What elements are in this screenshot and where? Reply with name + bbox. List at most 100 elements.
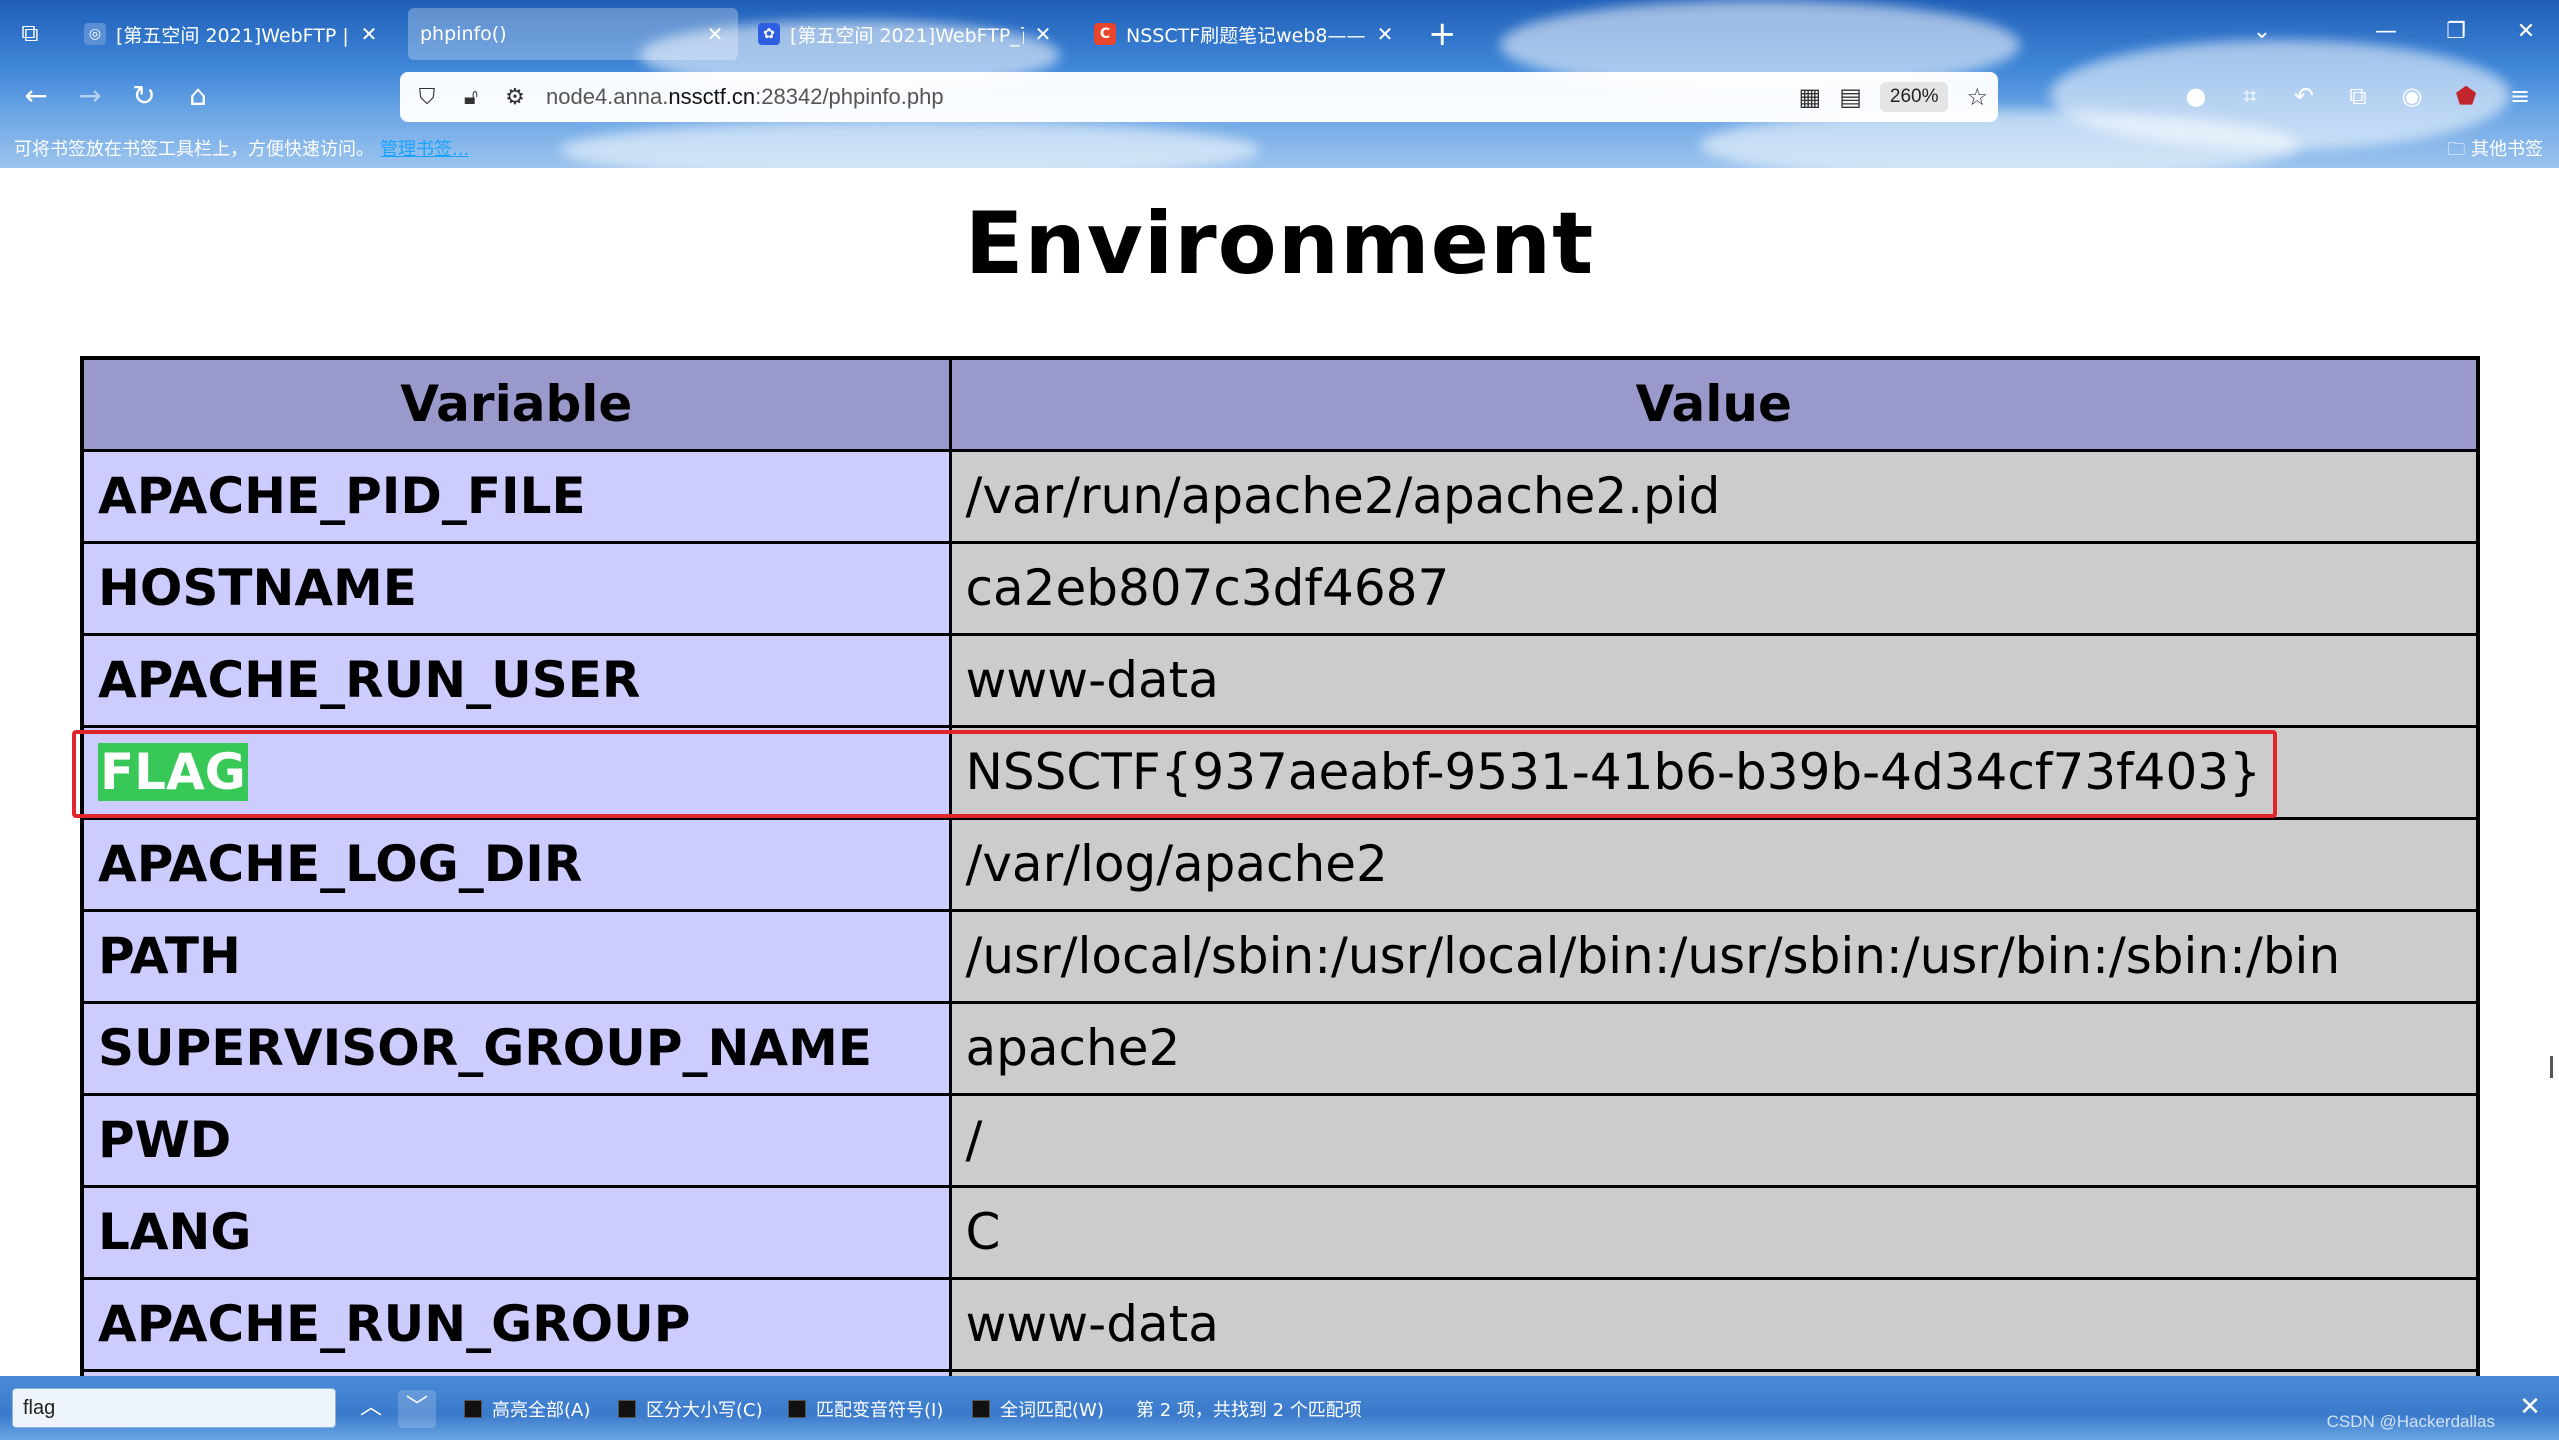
column-header-variable: Variable	[80, 356, 952, 452]
tab-phpinfo[interactable]: phpinfo() ✕	[408, 8, 738, 60]
home-icon[interactable]: ⌂	[178, 76, 218, 116]
toolbar-extensions: ● ⌗ ↶ ⧉ ◉ ⬟ ≡	[2180, 76, 2536, 116]
window-close-icon[interactable]: ✕	[2506, 14, 2546, 50]
variable-cell: SUPERVISOR_GROUP_NAME	[80, 1000, 952, 1096]
checkbox-box[interactable]	[972, 1400, 990, 1418]
minimize-icon[interactable]: —	[2366, 14, 2406, 50]
account-avatar-icon[interactable]: ●	[2180, 76, 2212, 116]
value-cell: ca2eb807c3df4687	[948, 540, 2480, 636]
checkbox-label: 高亮全部(A)	[492, 1400, 591, 1421]
checkbox-box[interactable]	[464, 1400, 482, 1418]
spiral-favicon-icon: ◎	[84, 23, 106, 45]
find-input[interactable]	[12, 1388, 336, 1428]
ublock-shield-icon[interactable]: ⬟	[2450, 76, 2482, 116]
column-header-value: Value	[948, 356, 2480, 452]
url-host-prefix: node4.anna.	[546, 84, 669, 109]
find-close-icon[interactable]: ✕	[2515, 1392, 2545, 1422]
screenshot-crop-icon[interactable]: ⌗	[2234, 76, 2266, 116]
tab-csdn-notes[interactable]: C NSSCTF刷题笔记web8——[第 ✕	[1082, 8, 1408, 60]
url-text[interactable]: node4.anna.nssctf.cn:28342/phpinfo.php	[546, 84, 944, 110]
navigation-bar: ← → ↻ ⌂ ⛉ 🔓︎ ⚙ node4.anna.nssctf.cn:2834…	[0, 66, 2559, 126]
value-cell: /var/run/apache2/apache2.pid	[948, 448, 2480, 544]
tab-title: [第五空间 2021]WebFTP | NSS	[116, 24, 350, 47]
restore-icon[interactable]: ❐	[2436, 14, 2476, 50]
bookmark-star-icon[interactable]: ☆	[1966, 83, 1988, 111]
table-row: APACHE_PID_FILE /var/run/apache2/apache2…	[80, 448, 2480, 544]
checkbox-label: 区分大小写(C)	[646, 1400, 763, 1421]
close-icon[interactable]: ✕	[358, 22, 380, 46]
address-bar[interactable]: ⛉ 🔓︎ ⚙ node4.anna.nssctf.cn:28342/phpinf…	[400, 72, 1998, 122]
find-next-chevron-down-icon[interactable]: ﹀	[398, 1390, 436, 1428]
variable-cell: HOSTNAME	[80, 540, 952, 636]
manage-bookmarks-link[interactable]: 管理书签...	[380, 139, 469, 160]
tab-list-icon[interactable]: ⧉	[14, 18, 46, 48]
back-arrow-icon[interactable]: ←	[16, 76, 56, 116]
browser-chrome: ⧉ ◎ [第五空间 2021]WebFTP | NSS ✕ phpinfo() …	[0, 0, 2559, 168]
close-icon[interactable]: ✕	[704, 22, 726, 46]
highlight-all-checkbox[interactable]: 高亮全部(A)	[464, 1396, 590, 1422]
table-row-flag: FLAG NSSCTF{937aeabf-9531-41b6-b39b-4d34…	[80, 724, 2480, 820]
shield-icon[interactable]: ⛉	[410, 85, 444, 110]
menu-hamburger-icon[interactable]: ≡	[2504, 76, 2536, 116]
forward-arrow-icon[interactable]: →	[70, 76, 110, 116]
value-cell: www-data	[948, 1276, 2480, 1372]
tab-title: NSSCTF刷题笔记web8——[第	[1126, 24, 1366, 47]
checkbox-label: 匹配变音符号(I)	[816, 1400, 944, 1421]
table-header-row: Variable Value	[80, 356, 2480, 452]
table-row: SUPERVISOR_GROUP_NAME apache2	[80, 1000, 2480, 1096]
close-icon[interactable]: ✕	[1374, 22, 1396, 46]
find-previous-chevron-up-icon[interactable]: ︿	[352, 1390, 390, 1428]
checkbox-label: 全词匹配(W)	[1000, 1400, 1104, 1421]
circle-extension-icon[interactable]: ◉	[2396, 76, 2428, 116]
close-icon[interactable]: ✕	[1032, 22, 1054, 46]
variable-cell: APACHE_RUN_USER	[80, 632, 952, 728]
bookmarks-toolbar: 可将书签放在书签工具栏上，方便快速访问。 管理书签... 🗀︎ 其他书签	[0, 126, 2559, 168]
checkbox-box[interactable]	[788, 1400, 806, 1418]
table-row: APACHE_LOG_DIR /var/log/apache2	[80, 816, 2480, 912]
site-permissions-icon[interactable]: ⚙	[498, 85, 532, 110]
reader-view-icon[interactable]: ▤	[1839, 83, 1862, 111]
value-cell: apache2	[948, 1000, 2480, 1096]
match-case-checkbox[interactable]: 区分大小写(C)	[618, 1396, 763, 1422]
value-cell: /	[948, 1092, 2480, 1188]
reload-icon[interactable]: ↻	[124, 76, 164, 116]
value-cell: www-data	[948, 632, 2480, 728]
new-tab-plus-icon[interactable]: +	[1428, 14, 1457, 54]
variable-cell: FLAG	[80, 724, 952, 820]
url-host-domain: nssctf.cn	[668, 84, 756, 109]
tab-webftp-nss[interactable]: ◎ [第五空间 2021]WebFTP | NSS ✕	[72, 8, 392, 60]
table-row: APACHE_RUN_USER www-data	[80, 632, 2480, 728]
undo-icon[interactable]: ↶	[2288, 76, 2320, 116]
tab-baidu-search[interactable]: ✿ [第五空间 2021]WebFTP_百度 ✕	[746, 8, 1066, 60]
baidu-paw-icon: ✿	[758, 23, 780, 45]
tab-title: [第五空间 2021]WebFTP_百度	[790, 24, 1024, 47]
table-row: APACHE_RUN_GROUP www-data	[80, 1276, 2480, 1372]
zoom-level-badge[interactable]: 260%	[1879, 82, 1949, 112]
scrollbar-indicator[interactable]	[2550, 1056, 2553, 1078]
page-title: Environment	[964, 194, 1595, 294]
csdn-c-icon: C	[1094, 23, 1116, 45]
flag-value-cell: NSSCTF{937aeabf-9531-41b6-b39b-4d34cf73f…	[948, 724, 2480, 820]
variable-cell: APACHE_RUN_GROUP	[80, 1276, 952, 1372]
folder-icon: 🗀︎	[2447, 139, 2466, 160]
value-cell: /var/log/apache2	[948, 816, 2480, 912]
chevron-down-icon[interactable]: ⌄	[2242, 14, 2282, 50]
other-bookmarks[interactable]: 🗀︎ 其他书签	[2447, 135, 2543, 167]
url-path: :28342/phpinfo.php	[755, 84, 944, 109]
value-cell: C	[948, 1184, 2480, 1280]
tab-bar: ⧉ ◎ [第五空间 2021]WebFTP | NSS ✕ phpinfo() …	[0, 0, 2559, 66]
page-content: Environment Variable Value APACHE_PID_FI…	[0, 168, 2559, 1376]
table-row: HOSTNAME ca2eb807c3df4687	[80, 540, 2480, 636]
qr-code-icon[interactable]: ▦	[1799, 83, 1822, 111]
find-match-highlight: FLAG	[98, 743, 248, 801]
tab-title: phpinfo()	[420, 23, 507, 45]
extensions-icon[interactable]: ⧉	[2342, 76, 2374, 116]
value-cell: /usr/local/sbin:/usr/local/bin:/usr/sbin…	[948, 908, 2480, 1004]
insecure-lock-icon[interactable]: 🔓︎	[454, 85, 488, 110]
checkbox-box[interactable]	[618, 1400, 636, 1418]
match-diacritics-checkbox[interactable]: 匹配变音符号(I)	[788, 1396, 943, 1422]
find-bar: ︿ ﹀ 高亮全部(A) 区分大小写(C) 匹配变音符号(I) 全词匹配(W) 第…	[0, 1376, 2559, 1440]
variable-cell: LANG	[80, 1184, 952, 1280]
variable-cell: PWD	[80, 1092, 952, 1188]
whole-words-checkbox[interactable]: 全词匹配(W)	[972, 1396, 1104, 1422]
